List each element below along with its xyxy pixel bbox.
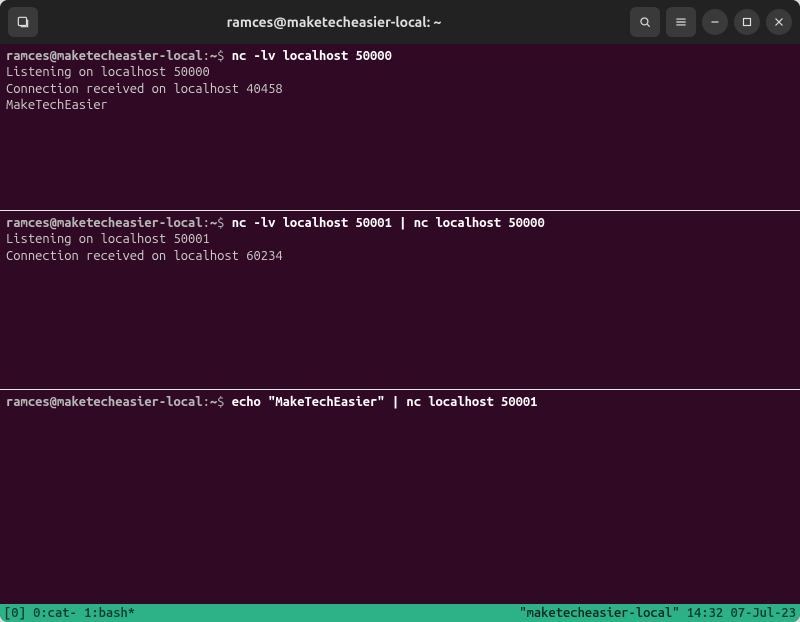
close-button[interactable] [766,9,792,35]
titlebar-left [8,7,38,37]
terminal-window: ramces@maketecheasier-local: ~ ramces@ma… [0,0,800,622]
close-icon [772,15,786,29]
hamburger-icon [674,15,688,29]
prompt-colon: : [203,49,210,63]
prompt-colon: : [203,395,210,409]
output-line: Connection received on localhost 60234 [6,248,794,264]
tmux-pane-1[interactable]: ramces@maketecheasier-local:~$ nc -lv lo… [0,211,800,389]
prompt-line: ramces@maketecheasier-local:~$ nc -lv lo… [6,48,794,64]
command-text: echo "MakeTechEasier" | nc localhost 500… [232,395,538,409]
prompt-user: ramces@maketecheasier-local [6,216,203,230]
tmux-pane-0[interactable]: ramces@maketecheasier-local:~$ nc -lv lo… [0,44,800,210]
minimize-icon [708,15,722,29]
prompt-line: ramces@maketecheasier-local:~$ echo "Mak… [6,394,794,410]
search-icon [638,15,652,29]
status-left: [0] 0:cat- 1:bash* [4,605,519,621]
titlebar: ramces@maketecheasier-local: ~ [0,0,800,44]
menu-button[interactable] [666,7,696,37]
tmux-statusbar: [0] 0:cat- 1:bash* "maketecheasier-local… [0,604,800,622]
prompt-user: ramces@maketecheasier-local [6,395,203,409]
new-tab-button[interactable] [8,7,38,37]
window-title: ramces@maketecheasier-local: ~ [44,14,624,30]
prompt-dollar: $ [217,216,224,230]
command-text: nc -lv localhost 50001 | nc localhost 50… [232,216,545,230]
command-text: nc -lv localhost 50000 [232,49,392,63]
output-line: Listening on localhost 50001 [6,231,794,247]
prompt-line: ramces@maketecheasier-local:~$ nc -lv lo… [6,215,794,231]
output-line: Listening on localhost 50000 [6,64,794,80]
titlebar-right [630,7,792,37]
minimize-button[interactable] [702,9,728,35]
maximize-icon [740,15,754,29]
output-line: MakeTechEasier [6,97,794,113]
new-tab-icon [16,15,30,29]
status-time: 14:32 [687,606,723,620]
status-date: 07-Jul-23 [730,606,796,620]
tmux-pane-2[interactable]: ramces@maketecheasier-local:~$ echo "Mak… [0,390,800,604]
prompt-dollar: $ [217,395,224,409]
prompt-user: ramces@maketecheasier-local [6,49,203,63]
maximize-button[interactable] [734,9,760,35]
status-hostname: "maketecheasier-local" [519,606,679,620]
output-line: Connection received on localhost 40458 [6,81,794,97]
terminal-area[interactable]: ramces@maketecheasier-local:~$ nc -lv lo… [0,44,800,622]
tmux-panes: ramces@maketecheasier-local:~$ nc -lv lo… [0,44,800,604]
prompt-colon: : [203,216,210,230]
search-button[interactable] [630,7,660,37]
status-right: "maketecheasier-local" 14:32 07-Jul-23 [519,605,796,621]
prompt-dollar: $ [217,49,224,63]
